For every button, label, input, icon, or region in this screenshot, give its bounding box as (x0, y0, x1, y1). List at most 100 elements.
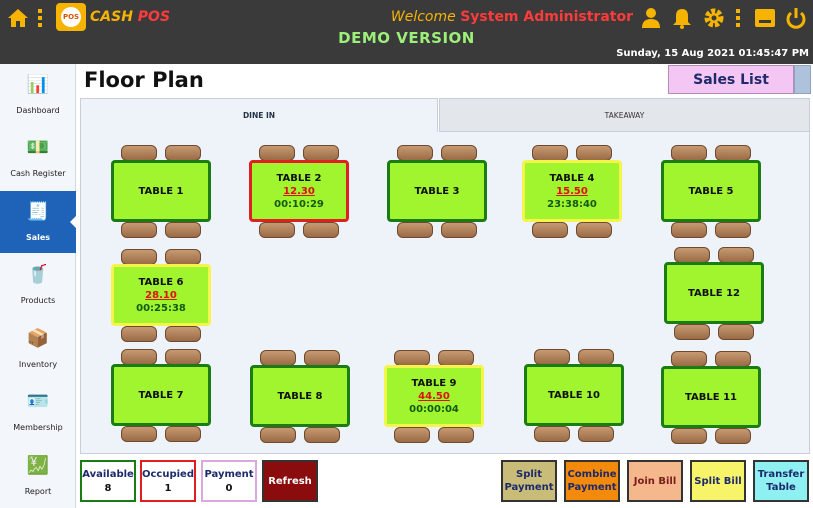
app-logo: POS (56, 3, 86, 31)
chair (303, 222, 339, 238)
top-bar: POS CASH POS Welcome System Administrato… (0, 0, 813, 64)
transfer-table-button[interactable]: Transfer Table (753, 460, 809, 502)
page-title: Floor Plan (84, 68, 204, 92)
table-name: TABLE 8 (277, 390, 323, 402)
order-type-tabs: DINE IN TAKEAWAY (80, 98, 810, 132)
chair (671, 351, 707, 367)
chair (394, 350, 430, 366)
chair (576, 222, 612, 238)
table-name: TABLE 12 (687, 287, 740, 299)
sales-list-button[interactable]: Sales List (668, 65, 794, 94)
bottom-bar: Available 8 Occupied 1 Payment 0 Refresh… (76, 456, 813, 508)
payment-count-box: Payment 0 (201, 460, 257, 502)
table-table-4[interactable]: TABLE 4 15.50 23:38:40 (522, 160, 622, 222)
chair (259, 222, 295, 238)
sidebar-item-membership[interactable]: 🪪 Membership (0, 381, 76, 443)
chair (671, 145, 707, 161)
table-table-12[interactable]: TABLE 12 (664, 262, 764, 324)
home-icon[interactable] (6, 6, 30, 30)
chair (578, 349, 614, 365)
brand-part-1: CASH (90, 9, 133, 25)
chair (394, 427, 430, 443)
split-payment-button[interactable]: Split Payment (501, 460, 557, 502)
chair (534, 349, 570, 365)
dashboard-icon: 📊 (26, 73, 50, 95)
chair (671, 222, 707, 238)
welcome-text: Welcome System Administrator (391, 9, 633, 25)
table-amount: 15.50 (556, 185, 588, 197)
chair (121, 222, 157, 238)
sales-list-side-tab[interactable] (794, 65, 811, 94)
table-table-11[interactable]: TABLE 11 (661, 366, 761, 428)
sidebar-item-inventory[interactable]: 📦 Inventory (0, 318, 76, 380)
user-name: System Administrator (460, 9, 633, 25)
sidebar-item-dashboard[interactable]: 📊 Dashboard (0, 64, 76, 126)
table-table-6[interactable]: TABLE 6 28.10 00:25:38 (111, 264, 211, 326)
sidebar-item-sales[interactable]: 🧾 Sales (0, 191, 77, 253)
table-table-10[interactable]: TABLE 10 (524, 364, 624, 426)
chair (397, 145, 433, 161)
membership-icon: 🪪 (26, 390, 50, 412)
table-table-5[interactable]: TABLE 5 (661, 160, 761, 222)
chair (165, 349, 201, 365)
table-name: TABLE 2 (276, 172, 322, 184)
bell-icon[interactable] (670, 6, 694, 30)
table-table-1[interactable]: TABLE 1 (111, 160, 211, 222)
table-name: TABLE 5 (688, 185, 734, 197)
join-bill-button[interactable]: Join Bill (627, 460, 683, 502)
table-name: TABLE 4 (549, 172, 595, 184)
combine-payment-button[interactable]: Combine Payment (564, 460, 620, 502)
available-count: 8 (104, 482, 112, 494)
chair (441, 145, 477, 161)
chair (165, 326, 201, 342)
minimize-icon[interactable] (753, 6, 777, 30)
chair (674, 247, 710, 263)
available-label: Available (82, 468, 134, 480)
table-elapsed-time: 00:25:38 (136, 302, 186, 314)
chair (303, 145, 339, 161)
split-bill-button[interactable]: Split Bill (690, 460, 746, 502)
demo-version-label: DEMO VERSION (338, 29, 475, 47)
sidebar-item-products[interactable]: 🥤 Products (0, 254, 76, 316)
chair (715, 222, 751, 238)
sidebar-item-label: Products (20, 296, 56, 305)
sidebar-item-report[interactable]: 💹 Report (0, 445, 76, 507)
chair (397, 222, 433, 238)
more-vertical-icon[interactable] (32, 6, 48, 30)
table-name: TABLE 10 (547, 389, 600, 401)
user-icon[interactable] (639, 6, 663, 30)
table-table-9[interactable]: TABLE 9 44.50 00:00:04 (384, 365, 484, 427)
more-vertical-icon-right[interactable] (730, 6, 746, 30)
tab-dine-in[interactable]: DINE IN (80, 98, 438, 132)
table-name: TABLE 1 (138, 185, 184, 197)
table-table-2[interactable]: TABLE 2 12.30 00:10:29 (249, 160, 349, 222)
sales-icon: 🧾 (26, 200, 50, 222)
table-table-7[interactable]: TABLE 7 (111, 364, 211, 426)
active-indicator (70, 215, 77, 229)
sidebar-item-label: Membership (13, 423, 63, 432)
brand-part-2: POS (137, 9, 171, 25)
cash-register-icon: 💵 (26, 136, 50, 158)
gear-icon[interactable] (702, 6, 726, 30)
chair (715, 145, 751, 161)
table-elapsed-time: 23:38:40 (547, 198, 597, 210)
table-amount: 12.30 (283, 185, 315, 197)
sidebar-item-cash-register[interactable]: 💵 Cash Register (0, 127, 76, 189)
chair (532, 222, 568, 238)
chair (438, 350, 474, 366)
chair (165, 145, 201, 161)
power-icon[interactable] (784, 6, 808, 30)
sidebar-item-label: Inventory (18, 360, 58, 369)
tab-takeaway[interactable]: TAKEAWAY (439, 98, 810, 132)
table-amount: 28.10 (145, 289, 177, 301)
sidebar-item-label: Cash Register (10, 169, 66, 178)
table-name: TABLE 9 (411, 377, 457, 389)
table-table-3[interactable]: TABLE 3 (387, 160, 487, 222)
chair (578, 426, 614, 442)
logo-text: POS (61, 7, 81, 27)
sidebar: 📊 Dashboard 💵 Cash Register 🧾 Sales 🥤 Pr… (0, 64, 77, 508)
floor-plan-area: TABLE 1 TABLE 2 12.30 00:10:29 TABLE 3 TABLE … (80, 132, 810, 454)
table-table-8[interactable]: TABLE 8 (250, 365, 350, 427)
sidebar-item-label: Report (24, 487, 52, 496)
refresh-button[interactable]: Refresh (262, 460, 318, 502)
